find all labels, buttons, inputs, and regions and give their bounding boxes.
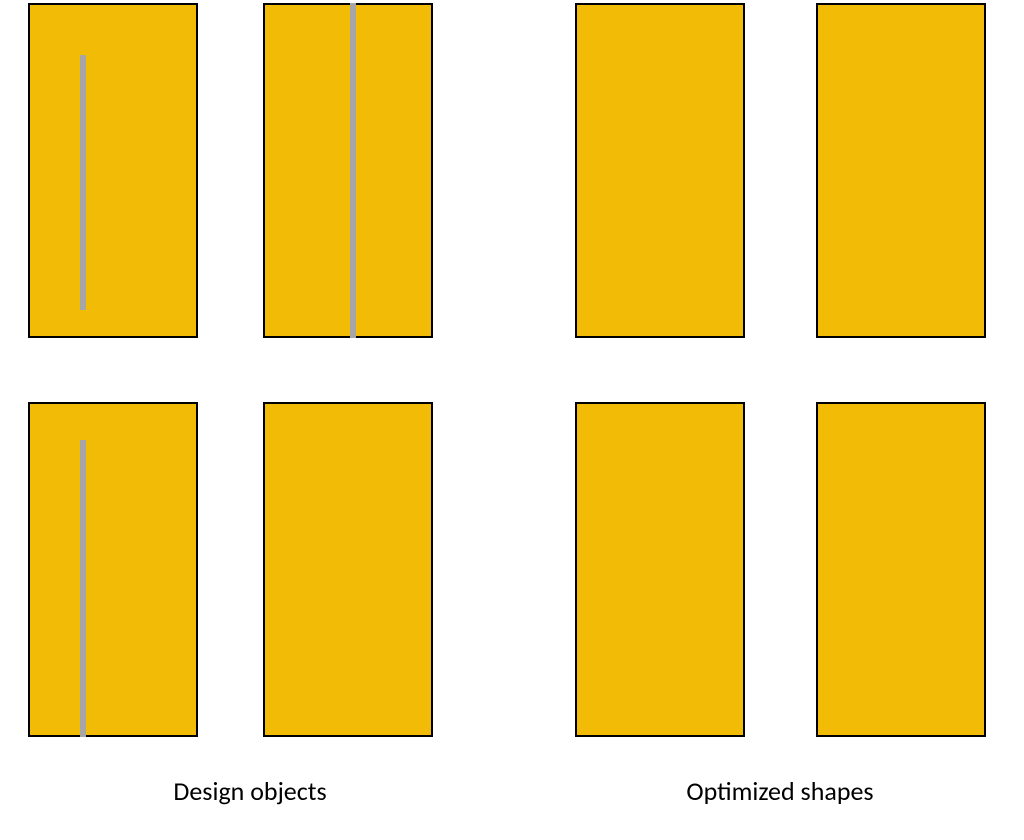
design-block-r2c1: [28, 402, 198, 737]
design-block-r1c1: [28, 3, 198, 338]
optimized-block-r1c2: [816, 3, 986, 338]
gray-bar-r2c1: [80, 440, 86, 737]
gray-bar-r1c2: [350, 3, 356, 338]
gray-bar-r1c1: [80, 55, 86, 310]
design-block-r2c2: [263, 402, 433, 737]
diagram-canvas: Design objects Optimized shapes: [0, 0, 1024, 840]
label-design-objects: Design objects: [50, 775, 450, 807]
label-optimized-shapes: Optimized shapes: [580, 775, 980, 807]
optimized-block-r1c1: [575, 3, 745, 338]
optimized-block-r2c2: [816, 402, 986, 737]
design-block-r1c2: [263, 3, 433, 338]
optimized-block-r2c1: [575, 402, 745, 737]
